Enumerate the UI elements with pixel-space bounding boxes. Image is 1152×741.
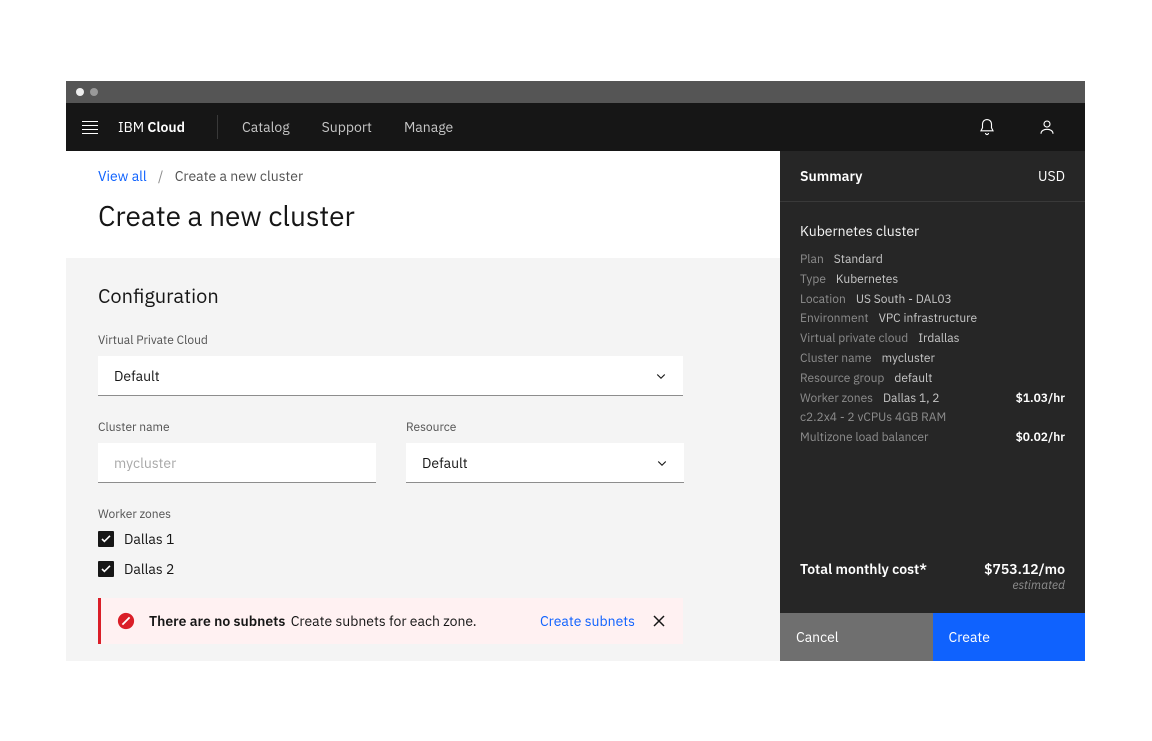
window-titlebar (66, 81, 1085, 103)
total-label: Total monthly cost* (800, 560, 927, 578)
breadcrumb: View all / Create a new cluster (98, 167, 748, 185)
breadcrumb-separator: / (158, 167, 163, 185)
menu-icon[interactable] (82, 117, 102, 137)
summary-panel: Summary USD Kubernetes cluster PlanStand… (780, 151, 1085, 661)
page-title: Create a new cluster (98, 197, 748, 234)
create-subnets-link[interactable]: Create subnets (540, 612, 635, 630)
summary-line: TypeKubernetes (800, 272, 1065, 289)
summary-line: Multizone load balancer$0.02/hr (800, 430, 1065, 447)
app-header: IBM Cloud Catalog Support Manage (66, 103, 1085, 151)
summary-currency: USD (1038, 167, 1065, 185)
summary-line: EnvironmentVPC infrastructure (800, 311, 1065, 328)
error-notification: There are no subnets Create subnets for … (98, 598, 683, 644)
vpc-label: Virtual Private Cloud (98, 333, 683, 348)
nav-manage[interactable]: Manage (404, 118, 453, 136)
summary-subtitle: Kubernetes cluster (800, 222, 1065, 240)
checkbox-icon (98, 561, 114, 577)
checkbox-icon (98, 531, 114, 547)
create-button[interactable]: Create (933, 613, 1086, 661)
total-value: $753.12/mo (984, 560, 1065, 578)
nav-support[interactable]: Support (322, 118, 372, 136)
cluster-name-label: Cluster name (98, 420, 376, 435)
worker-zone-checkbox[interactable]: Dallas 2 (98, 560, 748, 578)
worker-zones-label: Worker zones (98, 507, 748, 522)
resource-dropdown[interactable]: Default (406, 443, 684, 483)
worker-zone-checkbox[interactable]: Dallas 1 (98, 530, 748, 548)
total-estimated: estimated (984, 578, 1065, 593)
summary-title: Summary (800, 167, 862, 185)
checkbox-label: Dallas 2 (124, 560, 174, 578)
summary-line: Resource groupdefault (800, 371, 1065, 388)
summary-line: LocationUS South - DAL03 (800, 292, 1065, 309)
vpc-dropdown[interactable]: Default (98, 356, 683, 396)
checkbox-label: Dallas 1 (124, 530, 174, 548)
summary-line: PlanStandard (800, 252, 1065, 269)
cancel-button[interactable]: Cancel (780, 613, 933, 661)
cluster-name-input[interactable] (98, 443, 376, 483)
nav-catalog[interactable]: Catalog (242, 118, 290, 136)
user-avatar-icon[interactable] (1025, 103, 1069, 151)
notification-message: There are no subnets Create subnets for … (149, 612, 540, 630)
summary-line: c2.2x4 - 2 vCPUs 4GB RAM (800, 410, 1065, 427)
window-dot (76, 88, 84, 96)
resource-dropdown-value: Default (422, 454, 468, 472)
configuration-heading: Configuration (98, 282, 748, 309)
breadcrumb-current: Create a new cluster (175, 167, 303, 185)
summary-line: Cluster namemycluster (800, 351, 1065, 368)
breadcrumb-link[interactable]: View all (98, 167, 147, 185)
notifications-icon[interactable] (965, 103, 1009, 151)
brand-logo: IBM Cloud (118, 118, 185, 136)
summary-line: Virtual private cloudIrdallas (800, 331, 1065, 348)
close-icon[interactable] (651, 613, 667, 629)
window-dot (90, 88, 98, 96)
chevron-down-icon (655, 370, 667, 382)
resource-label: Resource (406, 420, 684, 435)
error-icon (117, 612, 135, 630)
summary-line: Worker zonesDallas 1, 2$1.03/hr (800, 391, 1065, 408)
chevron-down-icon (656, 457, 668, 469)
vpc-dropdown-value: Default (114, 367, 160, 385)
divider (217, 115, 218, 139)
